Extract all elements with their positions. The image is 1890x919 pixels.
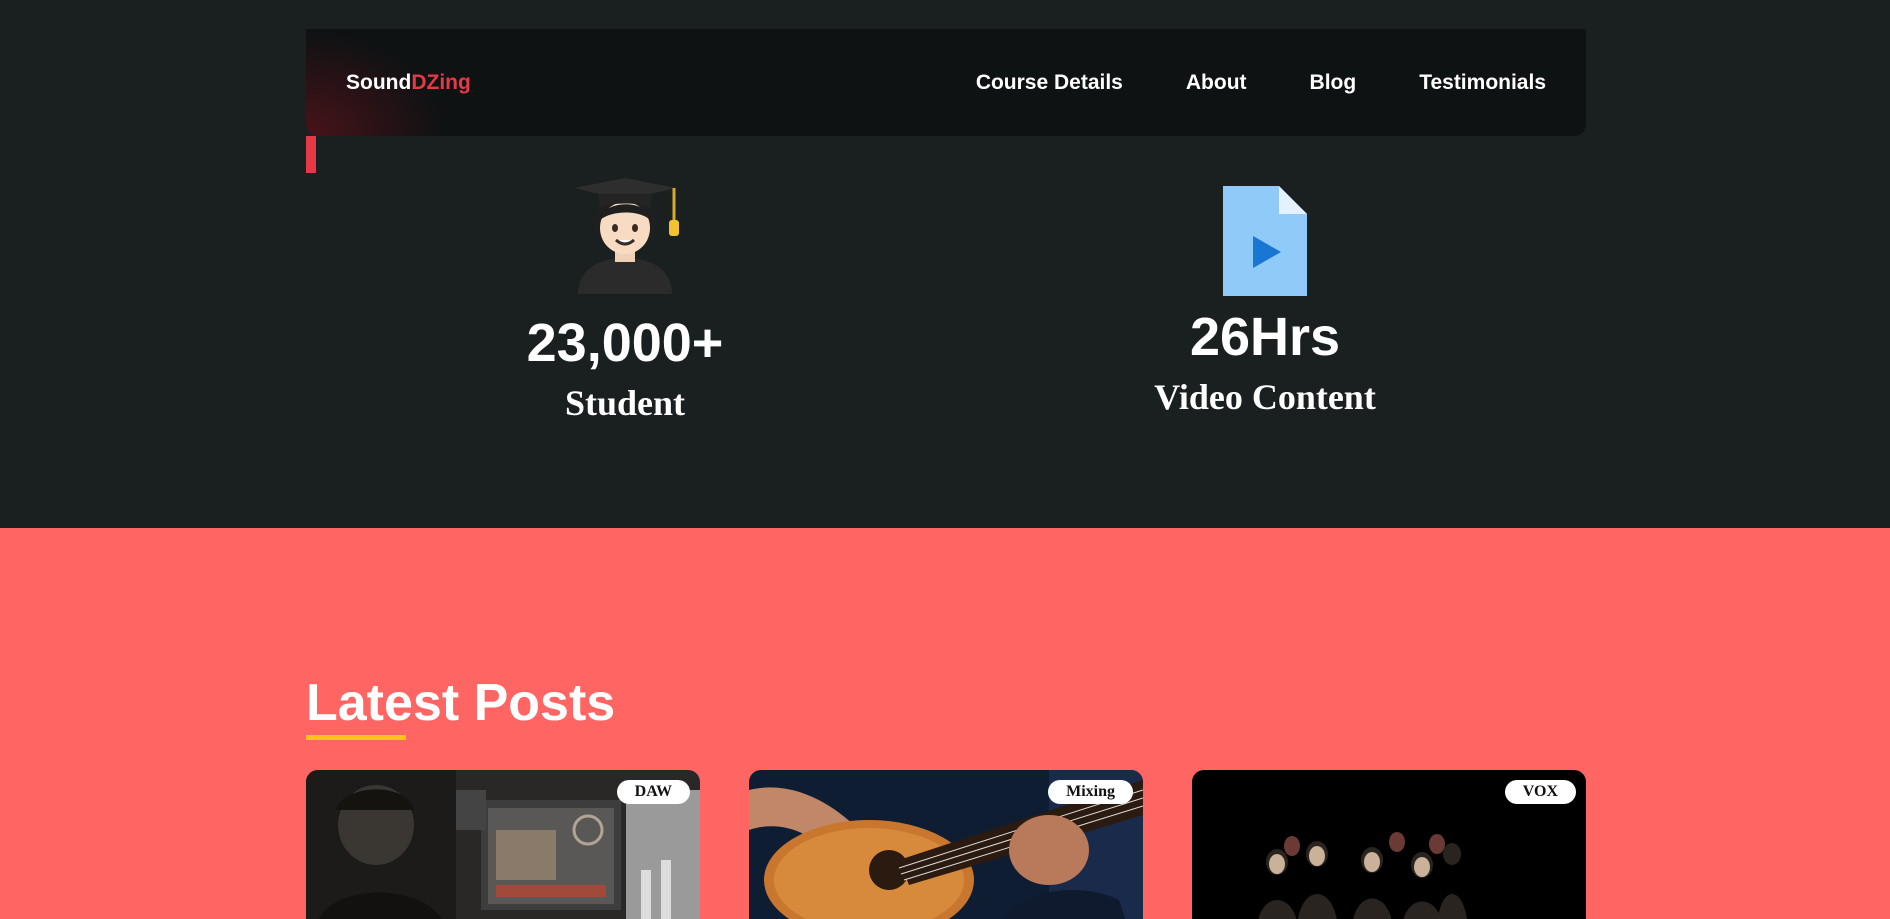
nav-link-blog[interactable]: Blog <box>1310 71 1357 95</box>
brand-logo[interactable]: SoundDZing <box>346 71 471 95</box>
nav-links: Course Details About Blog Testimonials <box>976 71 1546 95</box>
stat-students: 23,000+ Student <box>465 170 785 424</box>
brand-name-part1: Sound <box>346 70 412 94</box>
stat-video: 26Hrs Video Content <box>1105 170 1425 418</box>
video-hours: 26Hrs <box>1189 307 1341 367</box>
nav-link-about[interactable]: About <box>1186 71 1247 95</box>
post-card-mixing[interactable]: Mixing <box>749 770 1143 919</box>
hero-section: SoundDZing Course Details About Blog Tes… <box>0 0 1890 528</box>
video-file-icon <box>1105 170 1425 296</box>
post-tag: VOX <box>1504 780 1576 804</box>
post-tag: Mixing <box>1048 780 1133 804</box>
accent-bar <box>306 136 316 173</box>
post-card-daw[interactable]: DAW <box>306 770 700 919</box>
title-underline <box>306 735 406 740</box>
post-tag: DAW <box>616 780 690 804</box>
brand-name-part2: DZing <box>411 70 471 94</box>
post-card-vox[interactable]: VOX <box>1192 770 1586 919</box>
navbar: SoundDZing Course Details About Blog Tes… <box>306 29 1586 136</box>
student-graduate-icon <box>465 170 785 294</box>
latest-posts-title: Latest Posts <box>306 674 616 732</box>
nav-link-course-details[interactable]: Course Details <box>976 71 1123 95</box>
students-label: Student <box>564 383 686 423</box>
nav-link-testimonials[interactable]: Testimonials <box>1419 71 1546 95</box>
video-label: Video Content <box>1154 377 1376 417</box>
students-count: 23,000+ <box>526 313 724 373</box>
